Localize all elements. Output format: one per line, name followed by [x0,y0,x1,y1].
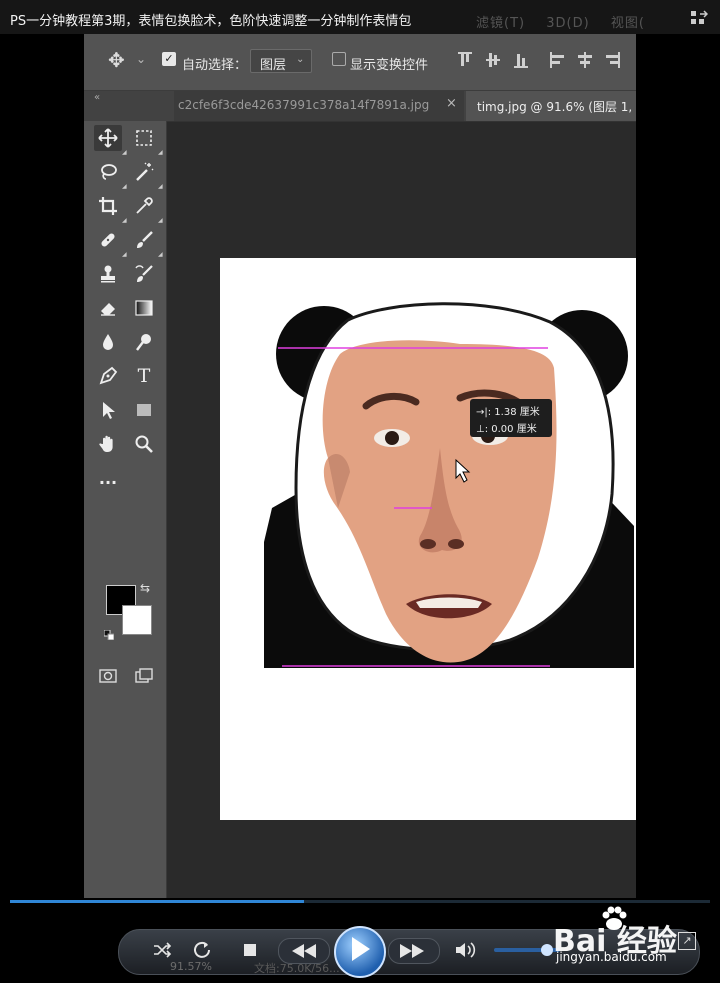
shuffle-icon[interactable] [152,940,172,960]
tool-group-indicator: ◢ [122,217,127,224]
more-tools-icon[interactable]: ... [94,465,122,491]
align-left-icon[interactable] [550,52,564,68]
align-horizontal-center-icon[interactable] [578,52,592,68]
canvas-artwork [264,302,634,668]
fast-forward-icon [400,943,424,958]
photoshop-window: ✥ ⌄ ✓ 自动选择： 图层 ⌄ 显示变换控件 « c2cfe6f3cde426… [84,34,636,898]
pen-tool-icon[interactable] [94,363,122,389]
watermark-site: jingyan.baidu.com [556,950,667,964]
face-right-nostril [448,539,464,549]
default-colors-icon[interactable] [103,625,115,641]
ps-zoom-status: 91.57% [170,960,212,973]
menu-view[interactable]: 视图( [611,16,645,31]
tab-close-icon[interactable]: × [446,96,457,111]
move-tool-preset-icon[interactable]: ✥ [108,48,125,72]
video-progress-fill [10,900,304,903]
align-bottom-icon[interactable] [514,52,528,68]
swap-colors-icon[interactable]: ⇆ [140,581,150,595]
history-brush-tool-icon[interactable] [130,261,158,287]
magic-wand-tool-icon[interactable] [130,159,158,185]
fullscreen-icon[interactable]: ↗ [678,932,696,950]
tab-document-1-label: c2cfe6f3cde42637991c378a14f7891a.jpg [178,98,430,112]
tool-group-indicator: ◢ [158,217,163,224]
chevron-down-icon[interactable]: ⌄ [136,52,146,66]
blur-tool-icon[interactable] [94,329,122,355]
tool-group-indicator: ◢ [158,183,163,190]
collapse-panels-icon[interactable]: « [94,92,100,103]
tool-group-indicator: ◢ [122,251,127,258]
hud-vertical-distance: ⊥: 0.00 厘米 [476,424,537,435]
align-vertical-center-icon[interactable] [486,52,500,68]
video-title: PS一分钟教程第3期，表情包换脸术，色阶快速调整一分钟制作表情包 [10,14,412,29]
tool-group-indicator: ◢ [122,183,127,190]
ps-menu-bar: 滤镜(T) 3D(D) 视图( [476,12,661,31]
type-tool-icon[interactable]: T [130,363,158,389]
quick-mask-icon[interactable] [94,663,122,689]
clone-stamp-tool-icon[interactable] [94,261,122,287]
tool-group-indicator: ◢ [122,149,127,156]
document-canvas[interactable] [220,258,636,820]
more-tools-glyph: ... [98,468,118,488]
auto-select-target-value: 图层 [260,58,287,73]
hud-horizontal-distance: →|: 1.38 厘米 [476,407,540,418]
chevron-down-icon: ⌄ [296,54,305,65]
auto-select-checkbox[interactable]: ✓ [162,52,176,66]
volume-icon[interactable] [454,940,476,960]
lasso-tool-icon[interactable] [94,159,122,185]
align-right-icon[interactable] [606,52,620,68]
path-selection-tool-icon[interactable] [94,397,122,423]
menu-3d[interactable]: 3D(D) [546,16,589,31]
gradient-tool-icon[interactable] [130,295,158,321]
tool-group-indicator: ◢ [158,149,163,156]
repeat-icon[interactable] [192,940,212,960]
move-tool-icon[interactable] [94,125,122,151]
crop-tool-icon[interactable] [94,193,122,219]
show-transform-label: 显示变换控件 [350,58,429,73]
volume-slider-knob[interactable] [540,944,553,956]
video-progress-bar[interactable] [10,900,710,903]
playlist-grid-icon[interactable] [690,10,709,26]
rewind-icon [292,943,316,958]
auto-select-label: 自动选择： [182,58,248,73]
play-icon [352,937,370,961]
rectangle-tool-icon[interactable] [130,397,158,423]
show-transform-checkbox[interactable] [332,52,346,66]
stop-icon[interactable] [244,944,256,956]
tab-document-2-label: timg.jpg @ 91.6% (图层 1, R [477,100,636,114]
menu-filter[interactable]: 滤镜(T) [476,16,525,31]
marquee-tool-icon[interactable] [130,125,158,151]
tool-group-indicator: ◢ [158,251,163,258]
brush-tool-icon[interactable] [130,227,158,253]
align-top-icon[interactable] [458,52,472,68]
healing-brush-tool-icon[interactable] [94,227,122,253]
tools-panel: T ... ◢ ◢ ◢ ◢ ◢ ◢ ◢ ◢ ⇆ [84,121,167,898]
dodge-tool-icon[interactable] [130,329,158,355]
screen-mode-icon[interactable] [130,663,158,689]
face-left-pupil [385,431,399,445]
eraser-tool-icon[interactable] [94,295,122,321]
hand-tool-icon[interactable] [94,431,122,457]
zoom-tool-icon[interactable] [130,431,158,457]
type-tool-glyph: T [137,365,151,387]
face-left-nostril [420,539,436,549]
background-color-swatch[interactable] [122,605,152,635]
eyedropper-tool-icon[interactable] [130,193,158,219]
